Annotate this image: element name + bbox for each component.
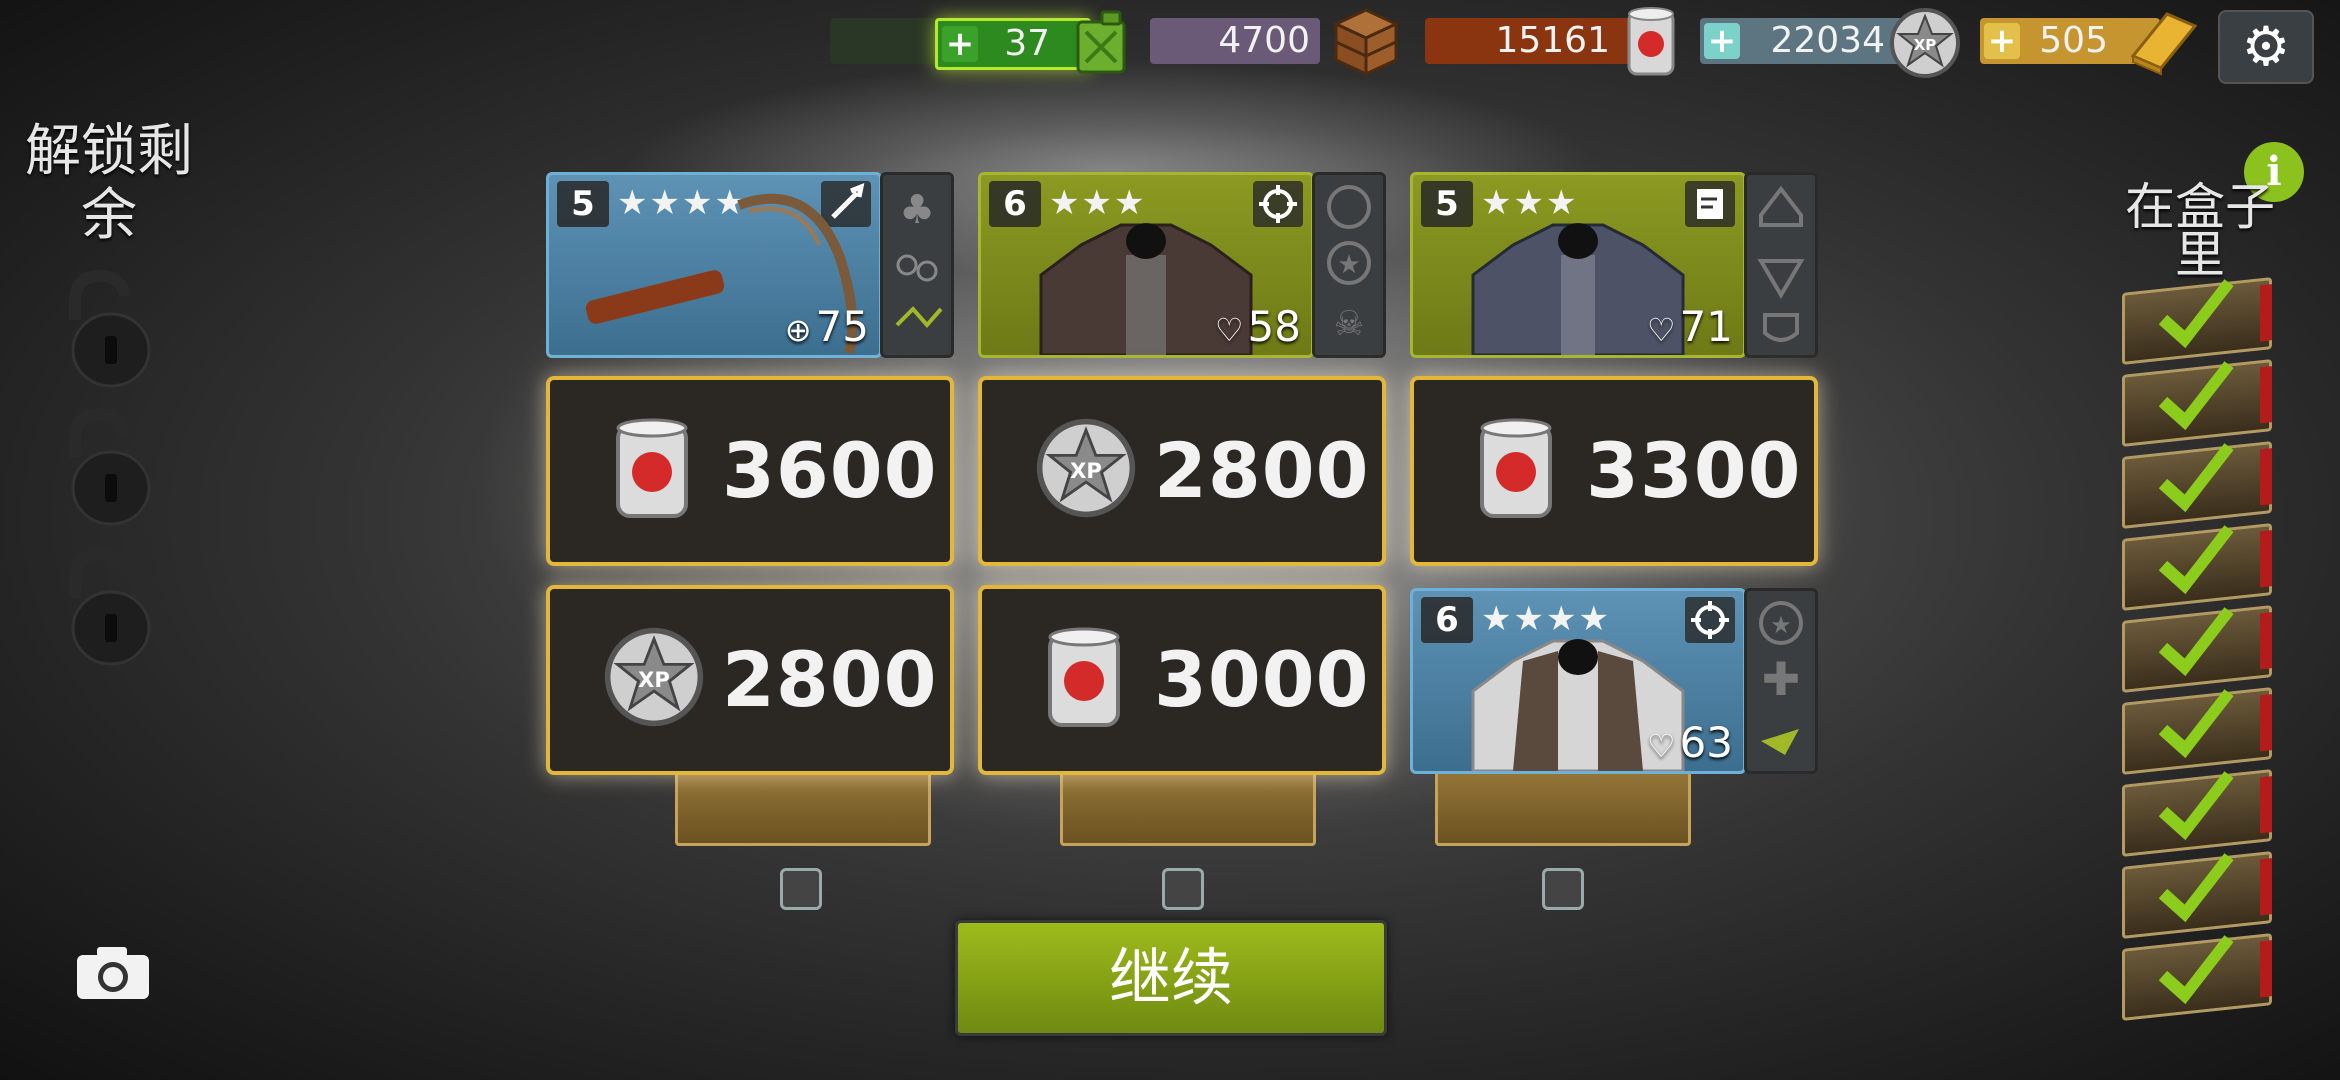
checkmark-icon — [2158, 525, 2234, 595]
svg-text:☠: ☠ — [1334, 304, 1364, 344]
box-checked — [2122, 359, 2272, 447]
fuel-resource[interactable]: + 37 — [935, 18, 1091, 70]
unlock-remaining-title: 解锁剩余 — [25, 119, 193, 248]
heart-icon: ♡ — [1214, 311, 1244, 349]
svg-text:✚: ✚ — [1762, 652, 1801, 706]
xp-value: 22034 — [1770, 20, 1885, 61]
gear-icon: ⚙ — [2241, 15, 2291, 78]
perk-column: ★ ☠ — [1312, 172, 1386, 358]
reward-amount: 2800 — [722, 635, 938, 724]
box-checked — [2122, 933, 2272, 1021]
crate-value: 4700 — [1218, 20, 1310, 61]
item-card-armored-jacket[interactable]: 6 ★★★ ♡58 — [978, 172, 1314, 358]
reward-amount: 3000 — [1154, 635, 1370, 724]
box-checked — [2122, 605, 2272, 693]
fuel-can-icon — [1076, 10, 1126, 74]
reward-tile-xp[interactable]: XP 2800 — [546, 585, 954, 775]
xp-badge-icon: XP — [1036, 418, 1136, 518]
item-stat: ♡71 — [1646, 302, 1733, 351]
heart-icon: ♡ — [1646, 727, 1676, 765]
gold-bar-icon — [2130, 12, 2198, 76]
settings-button[interactable]: ⚙ — [2218, 10, 2314, 84]
checkmark-icon — [2158, 607, 2234, 677]
crate-resource[interactable]: 4700 — [1150, 18, 1320, 64]
open-lock-icon — [69, 270, 151, 388]
crosshair-icon: ⊕ — [784, 311, 812, 349]
perk-column: ♣ — [880, 172, 954, 358]
tomato-can-icon — [616, 418, 688, 518]
checkmark-icon — [2158, 935, 2234, 1005]
svg-text:★: ★ — [1337, 250, 1360, 280]
checkmark-icon — [2158, 689, 2234, 759]
item-stat: ⊕75 — [784, 302, 869, 351]
reward-tile-food[interactable]: 3000 — [978, 585, 1386, 775]
reward-amount: 3600 — [722, 426, 938, 515]
checkmark-icon — [2158, 443, 2234, 513]
gold-value: 505 — [2039, 20, 2108, 61]
reward-tile-xp[interactable]: XP 2800 — [978, 376, 1386, 566]
xp-badge-icon: XP — [1890, 8, 1960, 78]
svg-text:XP: XP — [1914, 36, 1937, 54]
continue-button[interactable]: 继续 — [955, 920, 1387, 1036]
item-card-camo-jacket[interactable]: 5 ★★★ ♡71 — [1410, 172, 1746, 358]
chest-lock-icon — [1162, 868, 1204, 910]
reward-amount: 3300 — [1586, 426, 1802, 515]
checkmark-icon — [2158, 279, 2234, 349]
food-resource[interactable]: 15161 — [1425, 18, 1655, 64]
camera-icon[interactable] — [75, 945, 151, 1001]
reward-tile-food[interactable]: 3300 — [1410, 376, 1818, 566]
checkmark-icon — [2158, 361, 2234, 431]
tomato-can-icon — [1480, 418, 1552, 518]
checkmark-icon — [2158, 771, 2234, 841]
fuel-bar-shadow — [830, 18, 940, 64]
tomato-can-icon — [1048, 627, 1120, 727]
item-card-sickle[interactable]: 5 ★★★★ ⊕75 — [546, 172, 882, 358]
tomato-can-icon — [1627, 7, 1675, 76]
perk-column — [1744, 172, 1818, 358]
box-checked — [2122, 687, 2272, 775]
box-checked — [2122, 769, 2272, 857]
box-checked — [2122, 851, 2272, 939]
box-checked — [2122, 277, 2272, 365]
perk-column: ★ ✚ — [1744, 588, 1818, 774]
item-stat: ♡58 — [1214, 302, 1301, 351]
heart-icon: ♡ — [1646, 311, 1676, 349]
svg-text:★: ★ — [1770, 611, 1792, 639]
wooden-crate-icon — [1332, 8, 1400, 77]
box-checklist — [2122, 277, 2272, 1023]
food-value: 15161 — [1495, 20, 1610, 61]
open-lock-icon — [69, 408, 151, 526]
item-stat: ♡63 — [1646, 718, 1733, 767]
checkmark-icon — [2158, 853, 2234, 923]
reward-tile-food[interactable]: 3600 — [546, 376, 954, 566]
fuel-value: 37 — [1004, 23, 1050, 64]
in-box-title: 在盒子里 — [2125, 178, 2275, 284]
chest-lock-icon — [780, 868, 822, 910]
reward-amount: 2800 — [1154, 426, 1370, 515]
xp-badge-icon: XP — [604, 627, 704, 727]
box-checked — [2122, 441, 2272, 529]
svg-text:XP: XP — [1070, 458, 1102, 483]
svg-text:♣: ♣ — [899, 187, 935, 233]
chest-lock-icon — [1542, 868, 1584, 910]
svg-text:XP: XP — [638, 667, 670, 692]
item-card-vest-jacket[interactable]: 6 ★★★★ ♡63 — [1410, 588, 1746, 774]
open-lock-icon — [69, 548, 151, 666]
box-checked — [2122, 523, 2272, 611]
